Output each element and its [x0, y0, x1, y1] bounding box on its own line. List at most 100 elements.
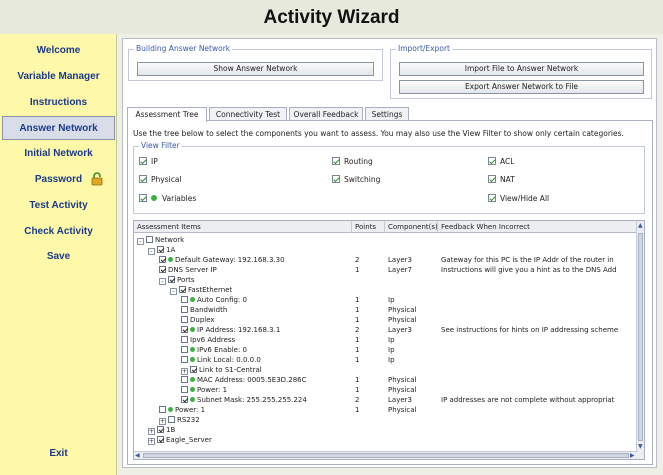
table-row[interactable]: IPv6 Enable: 0 1 Ip [134, 345, 638, 355]
horizontal-scroll-thumb[interactable] [143, 453, 629, 458]
tree-checkbox[interactable] [181, 386, 188, 393]
expand-icon[interactable]: + [148, 438, 155, 445]
tab-assessment-tree[interactable]: Assessment Tree [127, 107, 207, 122]
show-answer-network-button[interactable]: Show Answer Network [137, 62, 374, 76]
tree-checkbox[interactable] [157, 246, 164, 253]
import-file-button[interactable]: Import File to Answer Network [399, 62, 644, 76]
nav-check-activity[interactable]: Check Activity [0, 220, 117, 244]
table-row[interactable]: Auto Config: 0 1 Ip [134, 295, 638, 305]
table-row[interactable]: Duplex 1 Physical [134, 315, 638, 325]
table-row[interactable]: IP Address: 192.168.3.1 2 Layer3 See instru… [134, 325, 638, 335]
table-row[interactable]: Ipv6 Address 1 Ip [134, 335, 638, 345]
table-row[interactable]: Power: 1 1 Physical [134, 385, 638, 395]
tree-node: Power: 1 [181, 385, 352, 395]
nav-exit[interactable]: Exit [0, 442, 117, 466]
table-row[interactable]: Link Local: 0.0.0.0 1 Ip [134, 355, 638, 365]
table-row[interactable]: + Link to S1-Central [134, 365, 638, 375]
nav-welcome[interactable]: Welcome [0, 39, 117, 63]
nav-variable-manager[interactable]: Variable Manager [0, 65, 117, 89]
nav-test-activity[interactable]: Test Activity [0, 194, 117, 218]
tree-node-label: Auto Config: 0 [197, 296, 247, 304]
col-components[interactable]: Component(s) [385, 221, 438, 233]
nav-save[interactable]: Save [0, 245, 117, 269]
tree-checkbox[interactable] [181, 346, 188, 353]
filter-nat-checkbox[interactable] [488, 175, 496, 183]
collapse-icon[interactable]: - [148, 248, 155, 255]
vertical-scroll-thumb[interactable] [638, 233, 643, 441]
tree-node: Link Local: 0.0.0.0 [181, 355, 352, 365]
col-assessment-items[interactable]: Assessment Items [134, 221, 352, 233]
filter-view-hide-all-checkbox[interactable] [488, 194, 496, 202]
nav-password[interactable]: Password [0, 168, 117, 192]
filter-switching-checkbox[interactable] [332, 175, 340, 183]
table-row[interactable]: Subnet Mask: 255.255.255.224 2 Layer3 IP ad… [134, 395, 638, 405]
tree-checkbox[interactable] [157, 426, 164, 433]
table-row[interactable]: - FastEthernet [134, 285, 638, 295]
table-row[interactable]: Bandwidth 1 Physical [134, 305, 638, 315]
table-row[interactable]: DNS Server IP 1 Layer7 Instructions will gi… [134, 265, 638, 275]
filter-variables-checkbox[interactable] [139, 194, 147, 202]
feedback-cell[interactable]: Gateway for this PC is the IP Addr of th… [441, 255, 637, 265]
table-row[interactable]: - Network [134, 235, 638, 245]
tree-checkbox[interactable] [157, 436, 164, 443]
points-cell: 1 [355, 356, 360, 364]
table-row[interactable]: + RS232 [134, 415, 638, 425]
export-file-button[interactable]: Export Answer Network to File [399, 80, 644, 94]
horizontal-scrollbar[interactable]: ◀ ▶ [134, 451, 638, 459]
col-points[interactable]: Points [352, 221, 385, 233]
tree-checkbox[interactable] [181, 316, 188, 323]
tree-checkbox[interactable] [181, 376, 188, 383]
tree-checkbox[interactable] [179, 286, 186, 293]
tree-checkbox[interactable] [181, 336, 188, 343]
table-row[interactable]: - 1A [134, 245, 638, 255]
table-row[interactable]: Power: 1 1 Physical [134, 405, 638, 415]
filter-nat-label: NAT [500, 175, 515, 184]
filter-ip-checkbox[interactable] [139, 157, 147, 165]
table-row[interactable]: Default Gateway: 192.168.3.30 2 Layer3 Gate… [134, 255, 638, 265]
tree-checkbox[interactable] [181, 396, 188, 403]
tree-checkbox[interactable] [190, 366, 197, 373]
scroll-left-icon[interactable]: ◀ [135, 452, 140, 459]
table-row[interactable]: +1B [134, 425, 638, 435]
filter-physical-checkbox[interactable] [139, 175, 147, 183]
tree-node-label: Bandwidth [190, 306, 228, 314]
collapse-icon[interactable]: - [159, 278, 166, 285]
tab-overall-feedback[interactable]: Overall Feedback [289, 107, 363, 121]
tree-checkbox[interactable] [181, 326, 188, 333]
scroll-up-icon[interactable]: ▲ [638, 222, 643, 229]
scroll-right-icon[interactable]: ▶ [630, 452, 635, 459]
tree-checkbox[interactable] [168, 416, 175, 423]
collapse-icon[interactable]: - [170, 288, 177, 295]
filter-acl-checkbox[interactable] [488, 157, 496, 165]
tree-checkbox[interactable] [159, 256, 166, 263]
vertical-scrollbar[interactable]: ▲ ▼ [636, 221, 644, 459]
table-row[interactable]: MAC Address: 0005.5E3D.286C 1 Physical [134, 375, 638, 385]
tree-checkbox[interactable] [146, 236, 153, 243]
tree-checkbox[interactable] [181, 296, 188, 303]
collapse-icon[interactable]: - [137, 238, 144, 245]
expand-icon[interactable]: + [181, 368, 188, 375]
nav-answer-network[interactable]: Answer Network [2, 116, 115, 140]
feedback-cell[interactable]: IP addresses are not complete without ap… [441, 395, 637, 405]
filter-ip-label: IP [151, 157, 158, 166]
tree-node: DNS Server IP [159, 265, 352, 275]
tab-settings[interactable]: Settings [365, 107, 409, 121]
tree-checkbox[interactable] [159, 266, 166, 273]
col-feedback[interactable]: Feedback When Incorrect [438, 221, 638, 233]
tab-connectivity-test[interactable]: Connectivity Test [209, 107, 287, 121]
tree-checkbox[interactable] [159, 406, 166, 413]
scroll-down-icon[interactable]: ▼ [638, 443, 643, 450]
tree-checkbox[interactable] [181, 356, 188, 363]
nav-instructions[interactable]: Instructions [0, 91, 117, 115]
table-row[interactable]: + Eagle_Server [134, 435, 638, 445]
instruction-text: Use the tree below to select the compone… [133, 129, 624, 138]
feedback-cell[interactable]: See instructions for hints on IP address… [441, 325, 637, 335]
expand-icon[interactable]: + [148, 428, 155, 435]
tree-checkbox[interactable] [168, 276, 175, 283]
tree-checkbox[interactable] [181, 306, 188, 313]
feedback-cell[interactable]: Instructions will give you a hint as to … [441, 265, 637, 275]
table-row[interactable]: - Ports [134, 275, 638, 285]
nav-initial-network[interactable]: Initial Network [0, 142, 117, 166]
expand-icon[interactable]: + [159, 418, 166, 425]
filter-routing-checkbox[interactable] [332, 157, 340, 165]
